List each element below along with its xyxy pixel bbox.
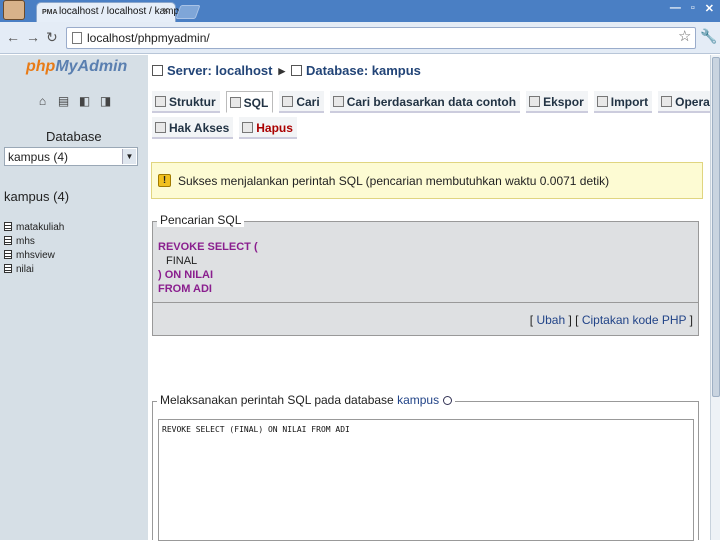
database-select-value: kampus (4) (8, 150, 69, 164)
sql-line-3: ) ON NILAI (158, 269, 213, 281)
scrollbar-thumb[interactable] (712, 57, 720, 397)
tab-row-secondary: Hak Akses Hapus (152, 117, 297, 139)
sql-textarea[interactable]: REVOKE SELECT (FINAL) ON NILAI FROM ADI (158, 419, 694, 541)
sql-icon (229, 97, 241, 108)
bookmark-star-icon[interactable]: ☆ (678, 27, 691, 45)
tab-import[interactable]: Import (593, 91, 653, 113)
chevron-down-icon[interactable]: ▼ (122, 149, 136, 164)
table-item-mhs[interactable]: mhs (4, 236, 64, 250)
tab-ekspor[interactable]: Ekspor (526, 91, 588, 113)
vertical-scrollbar[interactable] (710, 55, 720, 540)
run-sql-legend: Melaksanakan perintah SQL pada database … (157, 393, 456, 407)
reload-button[interactable]: ↻ (46, 29, 58, 46)
query-links-bar: [ Ubah ] [ Ciptakan kode PHP ] (152, 302, 699, 336)
sql-line-2: FINAL (166, 255, 198, 267)
close-window-button[interactable]: ✕ (705, 2, 714, 15)
new-tab-button[interactable] (175, 5, 201, 19)
sql-line-1: REVOKE SELECT ( (158, 241, 258, 253)
tab-struktur[interactable]: Struktur (152, 91, 220, 113)
import-icon (596, 96, 608, 107)
tab-sql[interactable]: SQL (225, 91, 274, 113)
browser-tab-bar: PMA localhost / localhost / kampus × — ▫… (0, 0, 720, 22)
breadcrumb-separator: ▸ (278, 63, 286, 78)
table-item-nilai[interactable]: nilai (4, 264, 64, 278)
privileges-icon (155, 122, 166, 133)
page-icon (72, 32, 82, 44)
table-icon (4, 264, 12, 273)
database-link[interactable]: kampus (397, 393, 439, 407)
export-icon (529, 96, 541, 107)
table-list: matakuliah mhs mhsview nilai (4, 222, 64, 278)
main-content: Server: localhost ▸ Database: kampus Struk… (148, 55, 720, 541)
tab-hak-akses[interactable]: Hak Akses (152, 117, 234, 139)
wrench-menu-icon[interactable]: 🔧 (700, 28, 717, 45)
server-icon (152, 65, 163, 76)
query-icon (332, 96, 344, 107)
left-icon-bar: ⌂ ▤ ◧ ◨ (36, 95, 112, 108)
window-controls: — ▫ ✕ (670, 2, 714, 15)
minimize-button[interactable]: — (670, 2, 681, 15)
delete-icon (242, 122, 254, 133)
query-links: [ Ubah ] [ Ciptakan kode PHP ] (529, 313, 693, 327)
database-label: Database (46, 129, 102, 144)
left-navigation-panel: phpMyAdmin ⌂ ▤ ◧ ◨ Database kampus (4) ▼… (0, 55, 148, 540)
sql-query-legend: Pencarian SQL (157, 213, 245, 227)
query-icon[interactable]: ◧ (78, 95, 91, 108)
maximize-button[interactable]: ▫ (691, 2, 695, 15)
tab-title: localhost / localhost / kampus (59, 6, 190, 17)
breadcrumb-database[interactable]: Database: kampus (306, 63, 421, 78)
structure-icon (155, 96, 166, 107)
back-button[interactable]: ← (6, 29, 20, 45)
database-select[interactable]: kampus (4) ▼ (4, 147, 138, 166)
breadcrumb: Server: localhost ▸ Database: kampus (152, 63, 421, 79)
help-icon[interactable] (443, 396, 453, 405)
run-sql-fieldset: Melaksanakan perintah SQL pada database … (152, 393, 699, 541)
docs-icon[interactable]: ◨ (99, 95, 112, 108)
browser-tab[interactable]: PMA localhost / localhost / kampus × (36, 2, 190, 22)
tab-row-primary: Struktur SQL Cari Cari berdasarkan data … (152, 91, 720, 113)
pma-favicon-icon: PMA (42, 9, 58, 16)
success-message: ! Sukses menjalankan perintah SQL (penca… (151, 162, 703, 199)
search-icon (282, 96, 294, 107)
notice-icon: ! (158, 174, 171, 187)
tab-cari-contoh[interactable]: Cari berdasarkan data contoh (329, 91, 521, 113)
address-bar[interactable]: localhost/phpmyadmin/ (66, 27, 696, 49)
edit-link[interactable]: Ubah (536, 313, 565, 327)
sql-icon[interactable]: ▤ (57, 95, 70, 108)
database-name-link[interactable]: kampus (4) (4, 189, 69, 204)
phpmyadmin-logo[interactable]: phpMyAdmin (26, 58, 127, 76)
sql-line-4: FROM ADI (158, 283, 212, 295)
table-item-matakuliah[interactable]: matakuliah (4, 222, 64, 236)
database-icon (291, 65, 303, 76)
tab-cari[interactable]: Cari (279, 91, 324, 113)
table-icon (4, 236, 12, 245)
success-text: Sukses menjalankan perintah SQL (pencari… (178, 174, 610, 188)
table-item-mhsview[interactable]: mhsview (4, 250, 64, 264)
wrench-icon (661, 96, 673, 107)
url-text: localhost/phpmyadmin/ (87, 31, 210, 45)
table-icon (4, 222, 12, 231)
close-tab-icon[interactable]: × (163, 5, 169, 17)
create-php-code-link[interactable]: Ciptakan kode PHP (582, 313, 687, 327)
sql-query-code: REVOKE SELECT ( FINAL ) ON NILAI FROM AD… (158, 240, 258, 296)
browser-toolbar: ← → ↻ localhost/phpmyadmin/ (0, 22, 720, 54)
profile-avatar[interactable] (3, 0, 25, 20)
tab-hapus[interactable]: Hapus (239, 117, 297, 139)
breadcrumb-server[interactable]: Server: localhost (167, 63, 273, 78)
home-icon[interactable]: ⌂ (36, 95, 49, 108)
forward-button[interactable]: → (26, 29, 40, 45)
view-icon (4, 250, 12, 259)
